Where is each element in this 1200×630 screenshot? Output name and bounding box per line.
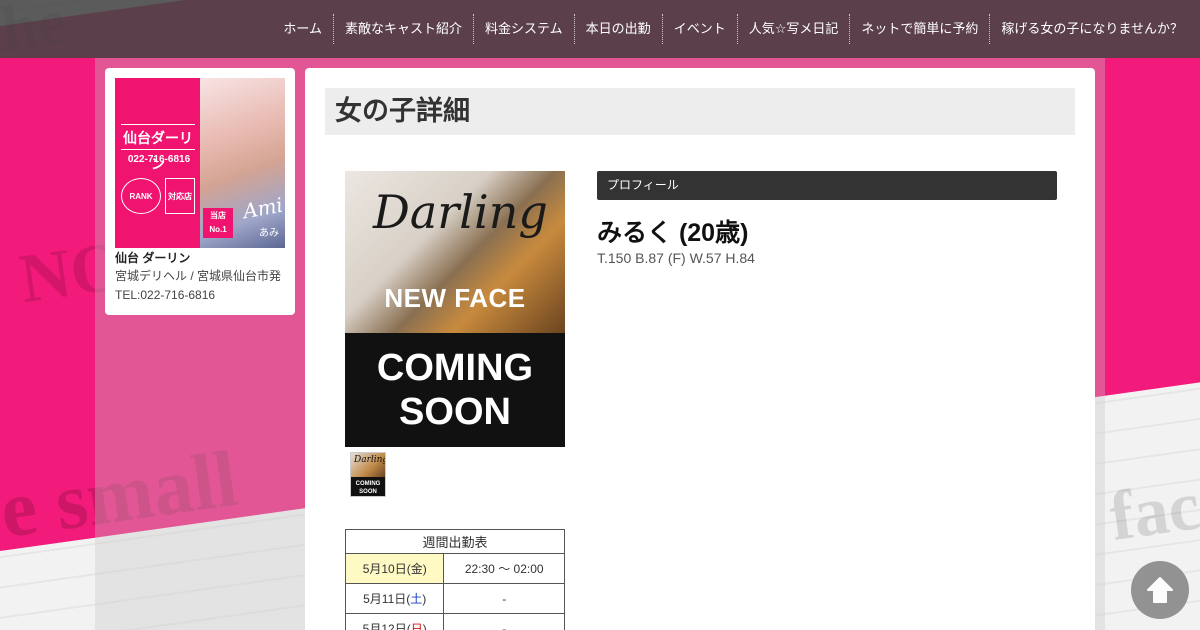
day-sunday: 日 — [410, 622, 423, 630]
table-row: 5月12日(日) - — [344, 613, 565, 630]
bg-newsprint-text: face — [1105, 462, 1200, 557]
schedule-date: 5月12日(日) — [344, 613, 445, 630]
support-badge: 対応店 — [165, 178, 195, 214]
cast-measurements: T.150 B.87 (F) W.57 H.84 — [597, 250, 755, 266]
banner-signature-sub: あみ — [259, 228, 279, 239]
no1-badge: 当店No.1 — [203, 208, 233, 238]
thumb-coming-soon: COMING SOON — [351, 477, 385, 496]
photo-brand: Darling — [373, 185, 548, 239]
cast-main-photo: Darling NEW FACE COMING SOON — [345, 171, 565, 447]
shop-description: 宮城デリヘル / 宮城県仙台市発 — [115, 269, 282, 283]
weekly-schedule-table: 週間出勤表 5月10日(金) 22:30 ～ 02:00 5月11日(土) - … — [344, 529, 565, 630]
photo-new-face: NEW FACE — [384, 283, 526, 313]
cast-detail-content: 女の子詳細 Darling NEW FACE COMING SOON Darli… — [305, 68, 1095, 630]
schedule-date: 5月11日(土) — [344, 583, 445, 614]
cast-name-age: みるく (20歳) — [597, 219, 749, 247]
nav-home[interactable]: ホーム — [272, 14, 333, 44]
date-suffix: ) — [422, 592, 427, 606]
nav-pricing[interactable]: 料金システム — [473, 14, 574, 44]
banner-logo: 仙台ダーリン — [121, 124, 195, 172]
schedule-time: - — [443, 583, 565, 614]
profile-section-header: プロフィール — [597, 171, 1057, 200]
banner-tel: 022-716-6816 — [127, 154, 191, 165]
day-saturday: 土 — [410, 592, 423, 606]
nav-event[interactable]: イベント — [661, 14, 737, 44]
nav-cast[interactable]: 素敵なキャスト紹介 — [333, 14, 473, 44]
shop-banner[interactable]: 仙台ダーリン 022-716-6816 RANK 対応店 当店No.1 Ami … — [115, 78, 285, 248]
schedule-time: - — [443, 613, 565, 630]
nav-today-schedule[interactable]: 本日の出勤 — [573, 14, 662, 44]
photo-thumbnail[interactable]: Darling COMING SOON — [350, 452, 386, 497]
table-row: 5月11日(土) - — [344, 583, 565, 614]
banner-badges: RANK 対応店 — [121, 178, 201, 214]
thumb-coming: COMING — [355, 481, 381, 487]
photo-top-panel: Darling NEW FACE — [345, 171, 565, 333]
photo-coming: COMING — [376, 347, 534, 389]
back-to-top-button[interactable] — [1131, 561, 1189, 619]
photo-coming-soon: COMING SOON — [345, 333, 565, 447]
photo-soon: SOON — [399, 391, 511, 433]
date-prefix: 5月11日( — [363, 592, 411, 606]
rank-badge: RANK — [121, 178, 161, 214]
page-title: 女の子詳細 — [325, 88, 1075, 135]
global-nav: ホーム 素敵なキャスト紹介 料金システム 本日の出勤 イベント 人気☆写メ日記 … — [0, 0, 1200, 58]
schedule-time: 22:30 ～ 02:00 — [443, 553, 565, 584]
nav-reservation[interactable]: ネットで簡単に予約 — [849, 14, 989, 44]
schedule-date: 5月10日(金) — [344, 553, 445, 584]
nav-recruit[interactable]: 稼げる女の子になりませんか？ — [989, 14, 1194, 44]
nav-photo-diary[interactable]: 人気☆写メ日記 — [736, 14, 850, 44]
table-row: 5月10日(金) 22:30 ～ 02:00 — [344, 553, 565, 584]
shop-name: 仙台 ダーリン — [115, 251, 191, 265]
shop-info-card: 仙台ダーリン 022-716-6816 RANK 対応店 当店No.1 Ami … — [105, 68, 295, 315]
arrow-up-icon — [1147, 577, 1173, 603]
thumb-soon: SOON — [359, 489, 377, 495]
date-prefix: 5月12日( — [362, 622, 411, 630]
shop-tel: TEL:022-716-6816 — [115, 288, 216, 302]
date-suffix: ) — [422, 622, 427, 630]
thumb-brand: Darling — [351, 453, 385, 477]
banner-pink-panel: 仙台ダーリン 022-716-6816 RANK 対応店 — [115, 78, 200, 248]
schedule-header: 週間出勤表 — [345, 529, 565, 554]
